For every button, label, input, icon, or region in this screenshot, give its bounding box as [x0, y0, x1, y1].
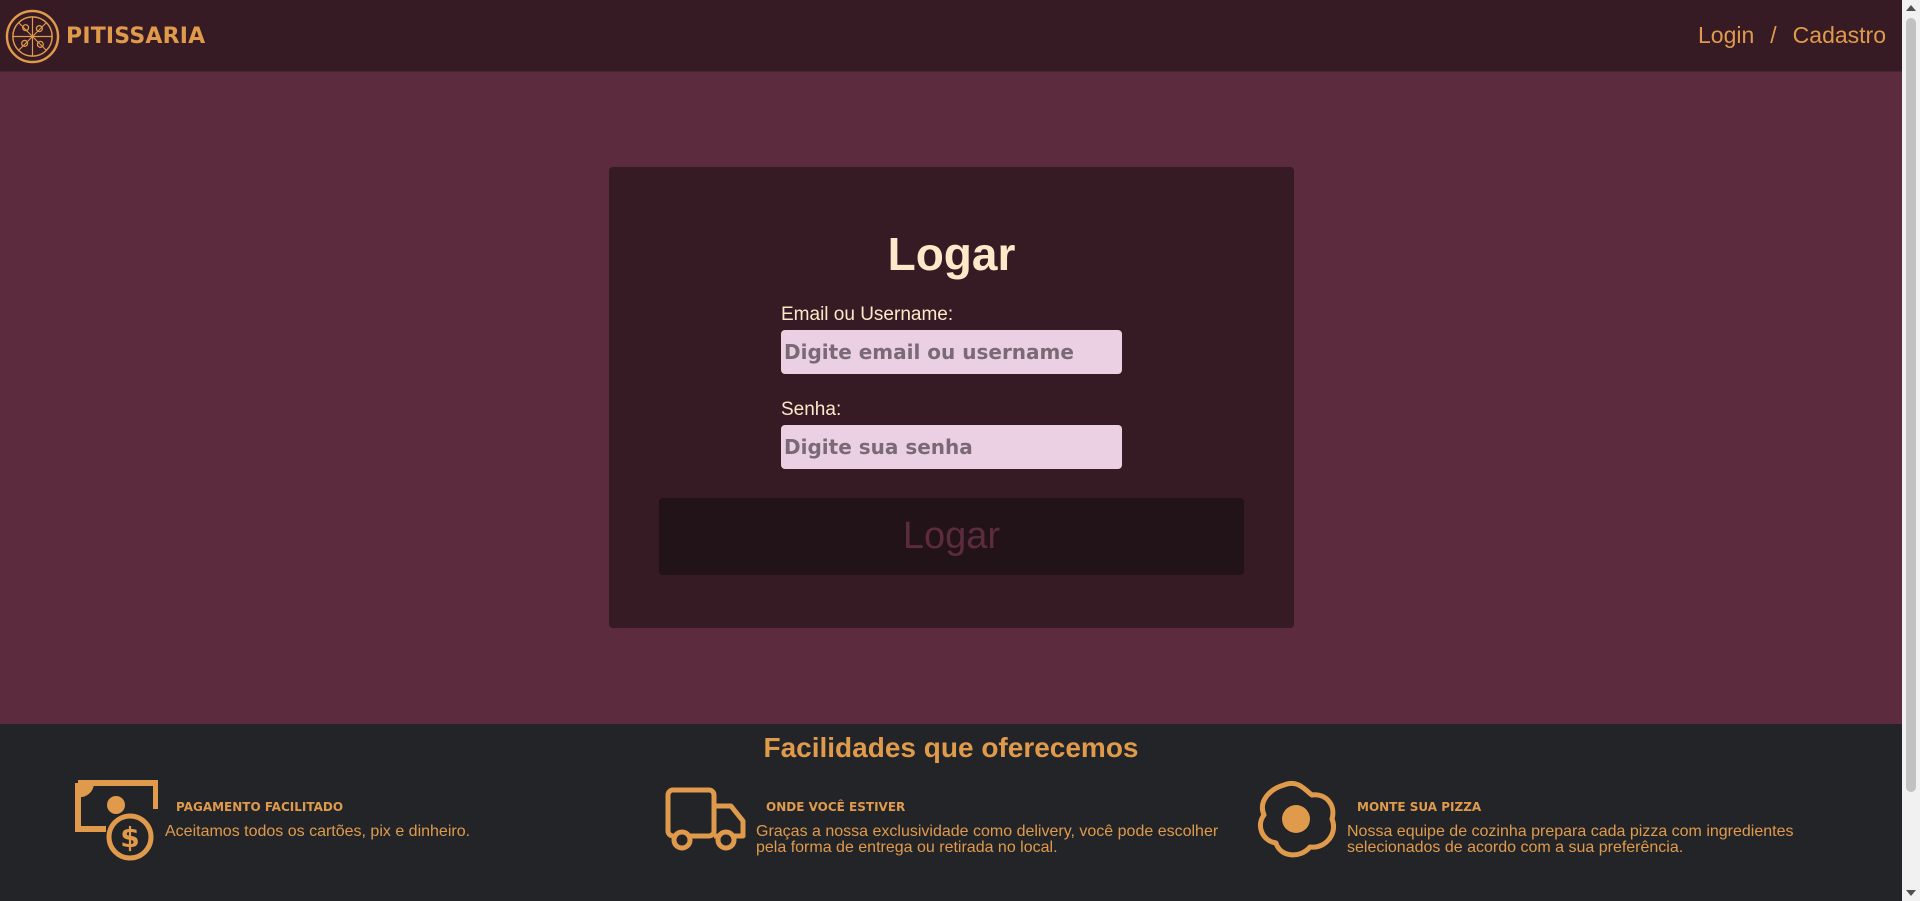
login-form: Logar Email ou Username: Senha: Logar — [609, 167, 1294, 628]
brand[interactable]: PITISSARIA — [5, 9, 205, 64]
brand-name: PITISSARIA — [66, 24, 206, 49]
top-navbar: PITISSARIA Login / Cadastro — [0, 0, 1902, 72]
feature-delivery-title: ONDE VOCÊ ESTIVER — [766, 800, 906, 814]
svg-text:$: $ — [120, 821, 139, 854]
page-scrollbar[interactable] — [1902, 0, 1920, 901]
truck-icon — [665, 787, 746, 851]
feature-payment-title: PAGAMENTO FACILITADO — [176, 800, 344, 814]
email-input[interactable] — [781, 330, 1122, 374]
pizza-logo-icon — [5, 9, 60, 64]
scroll-down-arrow-icon[interactable] — [1906, 890, 1916, 896]
feature-custom-pizza-title: MONTE SUA PIZZA — [1357, 800, 1482, 814]
login-title: Logar — [887, 228, 1016, 280]
scroll-thumb[interactable] — [1906, 18, 1916, 792]
password-label: Senha: — [781, 399, 842, 420]
login-submit-button[interactable]: Logar — [659, 498, 1244, 575]
register-link[interactable]: Cadastro — [1793, 22, 1886, 49]
money-icon: $ — [75, 780, 158, 861]
auth-nav: Login / Cadastro — [1698, 22, 1886, 49]
nav-separator: / — [1770, 22, 1777, 48]
password-input[interactable] — [781, 425, 1122, 469]
feature-payment-desc: Aceitamos todos os cartões, pix e dinhei… — [165, 823, 471, 840]
login-link[interactable]: Login — [1698, 22, 1754, 49]
scroll-up-arrow-icon[interactable] — [1906, 5, 1916, 11]
feature-custom-pizza-desc: Nossa equipe de cozinha prepara cada piz… — [1347, 823, 1794, 856]
feature-delivery-desc: Graças a nossa exclusividade como delive… — [756, 823, 1219, 856]
features-footer: Facilidades que oferecemos $ PAGAMENTO F… — [0, 724, 1902, 901]
egg-icon — [1258, 780, 1336, 858]
email-label: Email ou Username: — [781, 304, 954, 325]
features-title: Facilidades que oferecemos — [763, 732, 1139, 763]
